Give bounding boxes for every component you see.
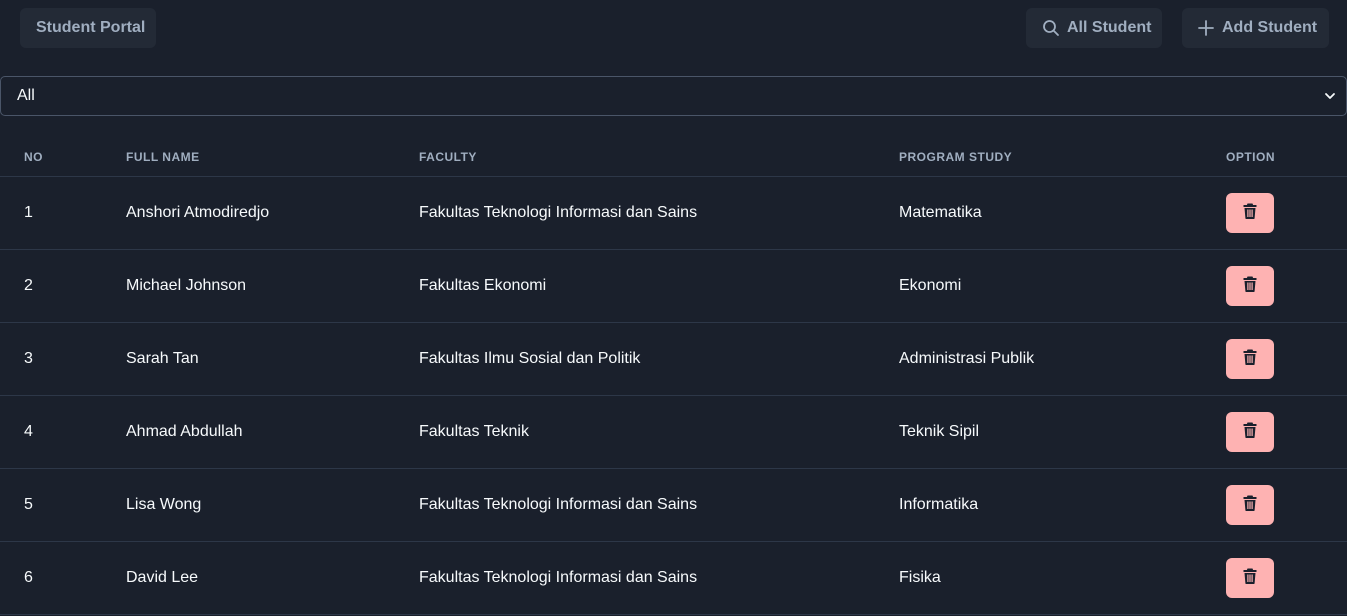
add-student-button[interactable]: Add Student [1182, 8, 1329, 48]
brand-button[interactable]: Student Portal [20, 8, 156, 48]
cell-no: 4 [24, 423, 33, 440]
trash-icon [1243, 422, 1257, 443]
cell-no: 1 [24, 204, 33, 221]
delete-button[interactable] [1226, 558, 1274, 598]
cell-full-name: Michael Johnson [126, 277, 247, 294]
top-bar: Student Portal All Student Add Student [0, 0, 1347, 56]
cell-program-study: Informatika [899, 496, 979, 513]
cell-program-study: Teknik Sipil [899, 423, 980, 440]
chevron-down-icon [1322, 88, 1338, 104]
cell-faculty: Fakultas Ekonomi [419, 277, 547, 294]
cell-no: 3 [24, 350, 33, 367]
cell-faculty: Fakultas Teknologi Informasi dan Sains [419, 204, 698, 221]
delete-button[interactable] [1226, 339, 1274, 379]
column-header-full-name: FULL NAME [126, 150, 200, 164]
cell-full-name: Sarah Tan [126, 350, 199, 367]
delete-button[interactable] [1226, 266, 1274, 306]
cell-full-name: David Lee [126, 569, 199, 586]
cell-faculty: Fakultas Teknologi Informasi dan Sains [419, 496, 698, 513]
table-row: 6 David Lee Fakultas Teknologi Informasi… [0, 542, 1347, 615]
cell-faculty: Fakultas Teknologi Informasi dan Sains [419, 569, 698, 586]
all-student-label: All Student [1067, 19, 1152, 36]
delete-button[interactable] [1226, 485, 1274, 525]
column-header-program-study: PROGRAM STUDY [899, 150, 1013, 164]
trash-icon [1243, 276, 1257, 297]
column-header-option: OPTION [1226, 150, 1276, 164]
delete-button[interactable] [1226, 193, 1274, 233]
trash-icon [1243, 203, 1257, 224]
cell-full-name: Anshori Atmodiredjo [126, 204, 270, 221]
trash-icon [1243, 495, 1257, 516]
plus-icon [1197, 19, 1215, 37]
trash-icon [1243, 568, 1257, 589]
trash-icon [1243, 349, 1257, 370]
table-header: NO FULL NAME FACULTY PROGRAM STUDY OPTIO… [0, 136, 1347, 177]
cell-no: 2 [24, 277, 33, 294]
table-row: 4 Ahmad Abdullah Fakultas Teknik Teknik … [0, 396, 1347, 469]
cell-program-study: Administrasi Publik [899, 350, 1035, 367]
cell-faculty: Fakultas Ilmu Sosial dan Politik [419, 350, 641, 367]
delete-button[interactable] [1226, 412, 1274, 452]
table-row: 1 Anshori Atmodiredjo Fakultas Teknologi… [0, 177, 1347, 250]
cell-program-study: Matematika [899, 204, 982, 221]
student-table: NO FULL NAME FACULTY PROGRAM STUDY OPTIO… [0, 136, 1347, 615]
search-icon [1042, 19, 1060, 37]
faculty-filter-select[interactable]: All [0, 76, 1347, 116]
all-student-button[interactable]: All Student [1026, 8, 1162, 48]
cell-no: 5 [24, 496, 33, 513]
cell-full-name: Lisa Wong [126, 496, 202, 513]
cell-faculty: Fakultas Teknik [419, 423, 529, 440]
cell-full-name: Ahmad Abdullah [126, 423, 243, 440]
table-row: 3 Sarah Tan Fakultas Ilmu Sosial dan Pol… [0, 323, 1347, 396]
filter-selected-value: All [17, 87, 35, 104]
table-row: 2 Michael Johnson Fakultas Ekonomi Ekono… [0, 250, 1347, 323]
column-header-no: NO [24, 150, 43, 164]
brand-label: Student Portal [36, 19, 146, 36]
cell-program-study: Fisika [899, 569, 941, 586]
add-student-label: Add Student [1222, 19, 1318, 36]
column-header-faculty: FACULTY [419, 150, 477, 164]
cell-program-study: Ekonomi [899, 277, 962, 294]
cell-no: 6 [24, 569, 33, 586]
table-row: 5 Lisa Wong Fakultas Teknologi Informasi… [0, 469, 1347, 542]
